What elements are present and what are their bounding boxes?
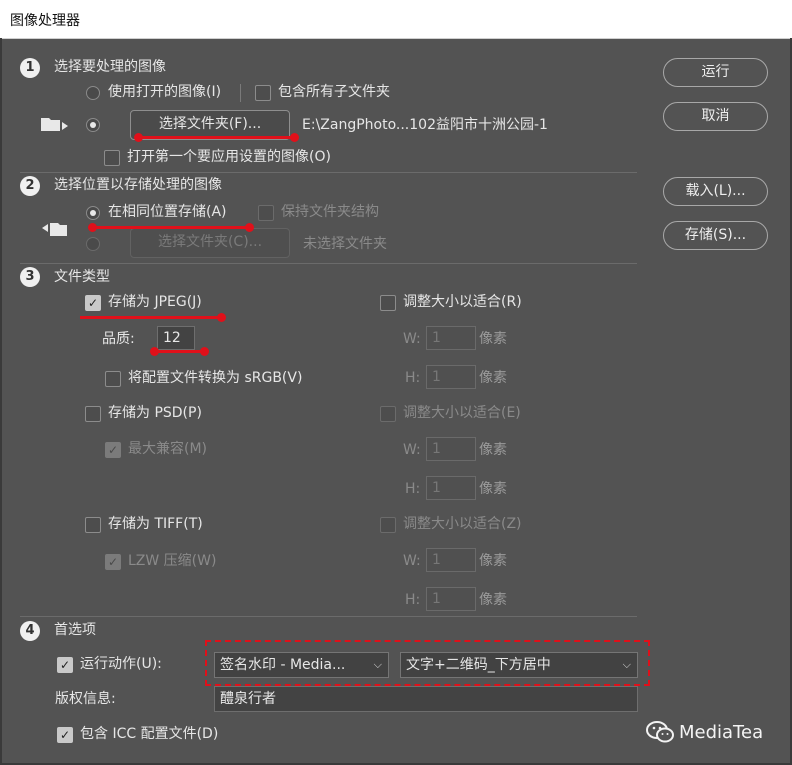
open-first-image-checkbox[interactable] bbox=[104, 150, 120, 166]
annotation-dot bbox=[134, 133, 143, 142]
annotation-underline bbox=[92, 226, 250, 229]
annotation-underline bbox=[138, 136, 294, 139]
dialog-title-bar: 图像处理器 bbox=[0, 0, 792, 39]
save-jpeg-checkbox[interactable]: ✓ bbox=[85, 295, 101, 311]
annotation-dot bbox=[217, 313, 226, 322]
action-value: 文字+二维码_下方居中 bbox=[406, 657, 551, 673]
select-folder-radio[interactable] bbox=[86, 118, 100, 132]
max-compat-label: 最大兼容(M) bbox=[128, 441, 208, 457]
annotation-dot bbox=[200, 347, 209, 356]
copyright-label: 版权信息: bbox=[55, 691, 116, 707]
chevron-down-icon: ⌵ bbox=[373, 658, 382, 671]
annotation-underline bbox=[80, 316, 222, 319]
run-action-label[interactable]: 运行动作(U): bbox=[80, 655, 162, 673]
section2-number: 2 bbox=[20, 176, 40, 196]
use-open-images-label[interactable]: 使用打开的图像(I) bbox=[108, 83, 221, 101]
quality-input[interactable]: 12 bbox=[157, 326, 195, 350]
include-subfolders-label[interactable]: 包含所有子文件夹 bbox=[278, 83, 390, 101]
psd-width-unit: 像素 bbox=[479, 442, 507, 458]
tiff-width-input[interactable]: 1 bbox=[426, 548, 476, 572]
quality-label: 品质: bbox=[102, 331, 135, 347]
resize-psd-checkbox[interactable] bbox=[380, 406, 396, 422]
same-location-radio[interactable] bbox=[86, 206, 100, 220]
section3-heading: 文件类型 bbox=[54, 269, 110, 285]
section-separator bbox=[20, 263, 637, 264]
section1-number: 1 bbox=[20, 58, 40, 78]
jpeg-height-label: H: bbox=[405, 370, 421, 386]
dest-folder-radio[interactable] bbox=[86, 237, 100, 251]
wechat-icon bbox=[646, 720, 676, 744]
keep-structure-checkbox[interactable] bbox=[258, 205, 274, 221]
lzw-label: LZW 压缩(W) bbox=[128, 553, 217, 569]
psd-width-input[interactable]: 1 bbox=[426, 437, 476, 461]
use-open-images-radio[interactable] bbox=[86, 86, 100, 100]
save-tiff-label[interactable]: 存储为 TIFF(T) bbox=[108, 515, 203, 533]
psd-height-input[interactable]: 1 bbox=[426, 476, 476, 500]
tiff-height-label: H: bbox=[405, 592, 421, 608]
jpeg-width-unit: 像素 bbox=[479, 331, 507, 347]
dialog-title: 图像处理器 bbox=[10, 13, 80, 29]
convert-srgb-label[interactable]: 将配置文件转换为 sRGB(V) bbox=[128, 369, 302, 387]
no-folder-label: 未选择文件夹 bbox=[303, 236, 387, 252]
save-psd-checkbox[interactable] bbox=[85, 406, 101, 422]
tiff-width-label: W: bbox=[403, 553, 421, 569]
jpeg-width-input[interactable]: 1 bbox=[426, 326, 476, 350]
jpeg-height-input[interactable]: 1 bbox=[426, 365, 476, 389]
same-location-label[interactable]: 在相同位置存储(A) bbox=[108, 203, 227, 221]
jpeg-width-label: W: bbox=[403, 331, 421, 347]
save-psd-label[interactable]: 存储为 PSD(P) bbox=[108, 404, 202, 422]
lzw-checkbox[interactable]: ✓ bbox=[105, 554, 121, 570]
tiff-height-input[interactable]: 1 bbox=[426, 587, 476, 611]
resize-tiff-label: 调整大小以适合(Z) bbox=[403, 516, 522, 532]
annotation-dot bbox=[150, 347, 159, 356]
psd-height-unit: 像素 bbox=[479, 481, 507, 497]
include-icc-label[interactable]: 包含 ICC 配置文件(D) bbox=[80, 725, 218, 743]
resize-jpeg-label[interactable]: 调整大小以适合(R) bbox=[403, 293, 522, 311]
max-compat-checkbox[interactable]: ✓ bbox=[105, 442, 121, 458]
action-dropdown[interactable]: 文字+二维码_下方居中 ⌵ bbox=[400, 652, 638, 678]
annotation-dot bbox=[88, 223, 97, 232]
tiff-width-unit: 像素 bbox=[479, 553, 507, 569]
annotation-dot bbox=[290, 133, 299, 142]
keep-structure-label: 保持文件夹结构 bbox=[281, 204, 379, 220]
include-icc-checkbox[interactable]: ✓ bbox=[57, 727, 73, 743]
section4-heading: 首选项 bbox=[54, 622, 96, 638]
chevron-down-icon: ⌵ bbox=[622, 658, 631, 671]
action-set-value: 签名水印 - Media... bbox=[220, 657, 346, 673]
cancel-button[interactable]: 取消 bbox=[663, 102, 768, 131]
resize-jpeg-checkbox[interactable] bbox=[380, 295, 396, 311]
psd-height-label: H: bbox=[405, 481, 421, 497]
resize-psd-label: 调整大小以适合(E) bbox=[403, 405, 521, 421]
save-tiff-checkbox[interactable] bbox=[85, 517, 101, 533]
run-action-checkbox[interactable]: ✓ bbox=[57, 657, 73, 673]
divider bbox=[240, 84, 241, 102]
section4-number: 4 bbox=[20, 621, 40, 641]
watermark-text: MediaTea bbox=[679, 722, 764, 743]
section2-heading: 选择位置以存储处理的图像 bbox=[54, 177, 222, 193]
copyright-input[interactable]: 醴泉行者 bbox=[214, 686, 638, 712]
section3-number: 3 bbox=[20, 267, 40, 287]
include-subfolders-checkbox[interactable] bbox=[255, 85, 271, 101]
open-first-image-label[interactable]: 打开第一个要应用设置的图像(O) bbox=[127, 148, 331, 166]
source-path: E:\ZangPhoto...102益阳市十洲公园-1 bbox=[302, 117, 548, 133]
frame-left bbox=[0, 38, 2, 765]
section-separator bbox=[20, 616, 637, 617]
action-set-dropdown[interactable]: 签名水印 - Media... ⌵ bbox=[214, 652, 389, 678]
annotation-underline bbox=[154, 350, 206, 353]
load-button[interactable]: 载入(L)... bbox=[663, 177, 768, 206]
jpeg-height-unit: 像素 bbox=[479, 370, 507, 386]
save-settings-button[interactable]: 存储(S)... bbox=[663, 221, 768, 250]
save-jpeg-label[interactable]: 存储为 JPEG(J) bbox=[108, 293, 202, 311]
folder-arrow-icon bbox=[40, 114, 70, 134]
section-separator bbox=[20, 172, 637, 173]
psd-width-label: W: bbox=[403, 442, 421, 458]
annotation-dot bbox=[245, 223, 254, 232]
resize-tiff-checkbox[interactable] bbox=[380, 517, 396, 533]
run-button[interactable]: 运行 bbox=[663, 58, 768, 87]
convert-srgb-checkbox[interactable] bbox=[105, 371, 121, 387]
select-dest-folder-button[interactable]: 选择文件夹(C)... bbox=[130, 228, 290, 258]
tiff-height-unit: 像素 bbox=[479, 592, 507, 608]
section1-heading: 选择要处理的图像 bbox=[54, 59, 166, 75]
save-arrow-icon bbox=[40, 220, 70, 240]
